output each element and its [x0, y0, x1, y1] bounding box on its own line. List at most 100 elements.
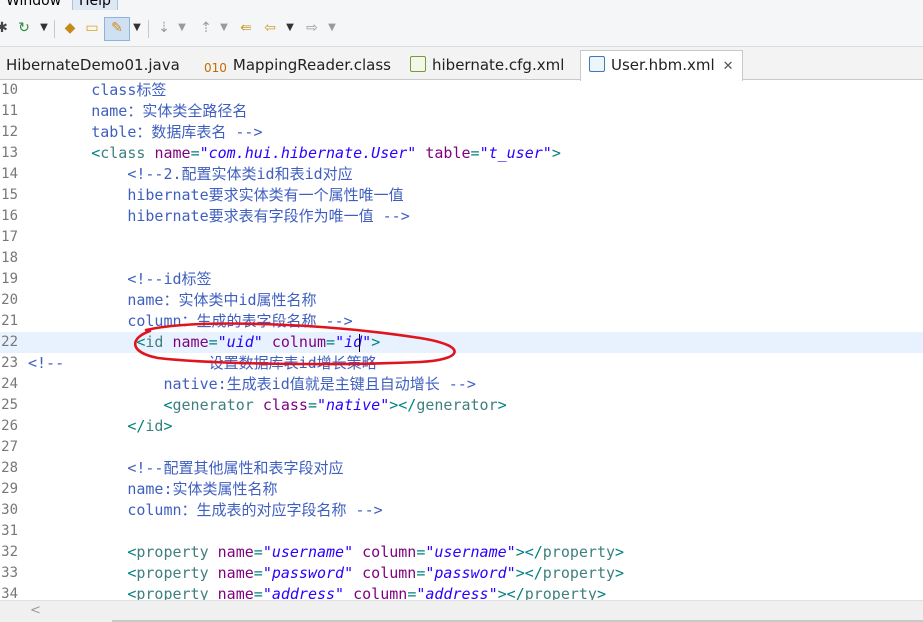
- code-token: table: [416, 144, 471, 162]
- code-token: "id": [335, 333, 372, 351]
- menu-window[interactable]: Window: [6, 0, 61, 10]
- code-line[interactable]: 27: [0, 437, 923, 458]
- chevron-down-icon[interactable]: ▼: [176, 18, 188, 38]
- code-line[interactable]: 23 <!-- 设置数据库表id增长策略: [0, 353, 923, 374]
- code-line[interactable]: 31: [0, 521, 923, 542]
- horizontal-scrollbar[interactable]: <: [0, 600, 923, 622]
- code-text: hibernate要求表有字段作为唯一值 -->: [28, 206, 410, 227]
- code-line[interactable]: 17: [0, 227, 923, 248]
- code-token: =: [208, 333, 218, 351]
- last-edit-location-icon[interactable]: ⇚: [236, 18, 256, 38]
- code-text: column：生成的表字段名称 -->: [28, 311, 352, 332]
- code-text: <class name="com.hui.hibernate.User" tab…: [28, 143, 561, 164]
- code-token: class标签: [91, 81, 167, 99]
- code-text: hibernate要求实体类有一个属性唯一值: [28, 185, 403, 206]
- code-token: hibernate要求表有字段作为唯一值 -->: [127, 207, 410, 225]
- menu-help[interactable]: Help: [72, 0, 118, 10]
- code-line[interactable]: 30 column：生成表的对应字段名称 -->: [0, 500, 923, 521]
- code-token: column：生成表的对应字段名称 -->: [127, 501, 383, 519]
- chevron-down-icon[interactable]: ▼: [218, 18, 230, 38]
- code-token: property: [542, 543, 616, 561]
- code-text: <id name="uid" colnum="id">: [28, 332, 380, 353]
- tab-hibernate-cfg-xml[interactable]: hibernate.cfg.xml: [410, 51, 564, 79]
- code-token: >: [497, 396, 507, 414]
- code-line[interactable]: 13 <class name="com.hui.hibernate.User" …: [0, 143, 923, 164]
- code-text: <generator class="native"></generator>: [28, 395, 507, 416]
- chevron-down-icon[interactable]: ▼: [131, 18, 143, 38]
- line-number: 27: [1, 439, 18, 455]
- code-token: <: [91, 144, 101, 162]
- code-token: >: [551, 144, 561, 162]
- code-token: column: [353, 543, 417, 561]
- tab-label: hibernate.cfg.xml: [432, 56, 565, 74]
- previous-annotation-icon[interactable]: ⇡: [196, 18, 216, 38]
- code-token: "t_user": [479, 144, 552, 162]
- tab-hibernatedemo01-java[interactable]: HibernateDemo01.java: [6, 51, 180, 79]
- tab-mappingreader-class[interactable]: 010 MappingReader.class: [204, 51, 391, 79]
- code-line[interactable]: 19 <!--id标签: [0, 269, 923, 290]
- code-token: class: [100, 144, 155, 162]
- code-line[interactable]: 28 <!--配置其他属性和表字段对应: [0, 458, 923, 479]
- forward-icon[interactable]: ⇨: [302, 18, 322, 38]
- chevron-down-icon[interactable]: ▼: [326, 18, 338, 38]
- code-line[interactable]: 14 <!--2.配置实体类id和表id对应: [0, 164, 923, 185]
- new-icon[interactable]: ✱: [0, 18, 12, 38]
- code-line[interactable]: 16 hibernate要求表有字段作为唯一值 -->: [0, 206, 923, 227]
- chevron-down-icon[interactable]: ▼: [38, 18, 50, 38]
- line-number: 28: [1, 460, 18, 476]
- next-annotation-icon[interactable]: ⇣: [154, 18, 174, 38]
- code-token: native:生成表id值就是主键且自动增长 -->: [163, 375, 476, 393]
- code-line[interactable]: 18: [0, 248, 923, 269]
- code-line[interactable]: 20 name：实体类中id属性名称: [0, 290, 923, 311]
- code-token: name: [154, 144, 191, 162]
- xml-file-icon: [410, 56, 426, 72]
- code-text: class标签: [28, 80, 166, 101]
- line-number: 26: [1, 418, 18, 434]
- line-number: 29: [1, 481, 18, 497]
- mark-occurrences-icon[interactable]: ✎: [104, 17, 130, 41]
- chevron-down-icon[interactable]: ▼: [284, 18, 296, 38]
- code-text: <!--2.配置实体类id和表id对应: [28, 164, 352, 185]
- code-token: "uid": [217, 333, 263, 351]
- code-line[interactable]: 15 hibernate要求实体类有一个属性唯一值: [0, 185, 923, 206]
- code-line[interactable]: 26 </id>: [0, 416, 923, 437]
- back-icon[interactable]: ⇦: [260, 18, 280, 38]
- code-text: <property name="username" column="userna…: [28, 542, 624, 563]
- code-line[interactable]: 29 name:实体类属性名称: [0, 479, 923, 500]
- code-editor[interactable]: 10 class标签 11 name：实体类全路径名 12 table：数据库表名 …: [0, 80, 923, 600]
- line-number: 33: [1, 565, 18, 581]
- code-line[interactable]: 34 <property name="address" column="addr…: [0, 584, 923, 600]
- code-token: =: [253, 564, 263, 582]
- refresh-icon[interactable]: ↻: [14, 18, 34, 38]
- code-line[interactable]: 24 native:生成表id值就是主键且自动增长 -->: [0, 374, 923, 395]
- code-line[interactable]: 32 <property name="username" column="use…: [0, 542, 923, 563]
- open-type-icon[interactable]: ◆: [60, 18, 80, 38]
- code-text: table：数据库表名 -->: [28, 122, 262, 143]
- code-line[interactable]: 12 table：数据库表名 -->: [0, 122, 923, 143]
- close-icon[interactable]: ✕: [723, 53, 734, 81]
- code-line[interactable]: 11 name：实体类全路径名: [0, 101, 923, 122]
- code-line[interactable]: 33 <property name="password" column="pas…: [0, 563, 923, 584]
- code-line[interactable]: 25 <generator class="native"></generator…: [0, 395, 923, 416]
- scroll-left-icon[interactable]: <: [30, 603, 41, 618]
- code-line[interactable]: 21 column：生成的表字段名称 -->: [0, 311, 923, 332]
- tab-user-hbm-xml[interactable]: User.hbm.xml ✕: [580, 50, 743, 81]
- code-line[interactable]: 22 <id name="uid" colnum="id">: [0, 332, 923, 353]
- code-token: name: [172, 333, 209, 351]
- code-text: </id>: [28, 416, 172, 437]
- code-token: <!--id标签: [127, 270, 212, 288]
- editor-tab-bar: HibernateDemo01.java 010 MappingReader.cl…: [0, 47, 923, 81]
- open-folder-icon[interactable]: ▭: [82, 18, 102, 38]
- code-text: <!-- 设置数据库表id增长策略: [28, 353, 377, 374]
- line-number: 16: [1, 208, 18, 224]
- line-number: 21: [1, 313, 18, 329]
- line-number: 19: [1, 271, 18, 287]
- code-line[interactable]: 10 class标签: [0, 80, 923, 101]
